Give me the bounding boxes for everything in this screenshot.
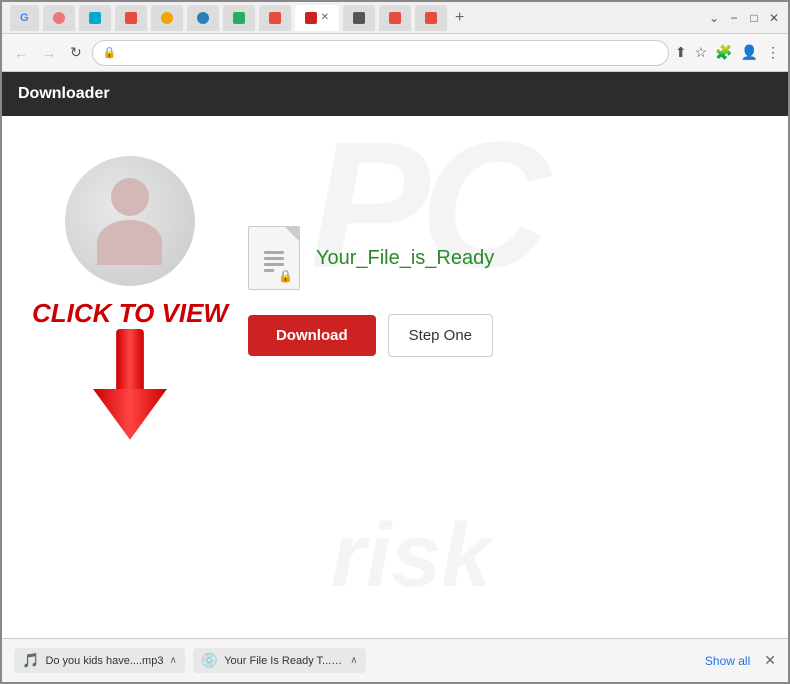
tab-8[interactable] <box>259 5 291 31</box>
download-bar: 🎵 Do you kids have....mp3 ∧ 💿 Your File … <box>2 638 788 682</box>
file-name-label: Your_File_is_Ready <box>316 247 494 270</box>
share-icon[interactable]: ⬆ <box>675 44 687 61</box>
show-all-button[interactable]: Show all <box>705 654 750 668</box>
tab-7[interactable] <box>223 5 255 31</box>
lock-icon: 🔒 <box>103 46 117 59</box>
address-input[interactable]: 🔒 <box>92 40 669 66</box>
app-header: Downloader <box>2 72 788 116</box>
avatar-head <box>111 178 149 216</box>
chevron-up-icon-1[interactable]: ∧ <box>169 655 176 666</box>
toolbar-icons: ⬆ ☆ 🧩 👤 ⋮ <box>675 44 780 61</box>
iso-file-icon: 💿 <box>201 652 218 669</box>
left-column: CLICK TO VIEW <box>32 156 228 449</box>
close-button[interactable]: ✕ <box>768 12 780 24</box>
minimize-button[interactable]: − <box>728 12 740 24</box>
menu-icon[interactable]: ⋮ <box>766 44 780 61</box>
download-button[interactable]: Download <box>248 315 376 356</box>
tab-4[interactable] <box>115 5 147 31</box>
refresh-button[interactable]: ↻ <box>66 42 86 63</box>
tab-6[interactable] <box>187 5 219 31</box>
button-row: Download Step One <box>248 314 493 357</box>
forward-button[interactable]: → <box>38 43 60 63</box>
file-icon: 🔒 <box>248 226 300 290</box>
avatar <box>65 156 195 286</box>
avatar-body <box>97 220 162 265</box>
main-content: PC risk CLICK TO VIEW <box>2 116 788 638</box>
address-bar: ← → ↻ 🔒 ⬆ ☆ 🧩 👤 ⋮ <box>2 34 788 72</box>
download-bar-close-button[interactable]: ✕ <box>764 652 776 669</box>
profile-icon[interactable]: 👤 <box>741 44 758 61</box>
right-column: 🔒 Your_File_is_Ready Download Step One <box>248 226 494 357</box>
tab-bing[interactable] <box>79 5 111 31</box>
title-bar: G <box>2 2 788 34</box>
new-tab-button[interactable]: + <box>455 9 464 27</box>
bookmark-icon[interactable]: ☆ <box>695 44 708 61</box>
music-file-icon: 🎵 <box>22 652 39 669</box>
tab-12[interactable] <box>415 5 447 31</box>
app-title: Downloader <box>18 85 110 103</box>
tab-close-icon[interactable]: ✕ <box>321 12 329 23</box>
chevron-down-icon[interactable]: ⌄ <box>708 12 720 24</box>
back-button[interactable]: ← <box>10 43 32 63</box>
arrow-down-icon <box>90 329 170 449</box>
tab-active[interactable]: ✕ <box>295 5 339 31</box>
download-item-1[interactable]: 🎵 Do you kids have....mp3 ∧ <box>14 648 185 673</box>
tab-11[interactable] <box>379 5 411 31</box>
click-to-view-label[interactable]: CLICK TO VIEW <box>32 298 228 329</box>
download-filename-1: Do you kids have....mp3 <box>45 655 163 667</box>
download-filename-2: Your File Is Ready T....iso <box>224 655 344 667</box>
file-row: 🔒 Your_File_is_Ready <box>248 226 494 290</box>
tab-strip: G <box>10 5 708 31</box>
tab-google[interactable]: G <box>10 5 39 31</box>
tab-5[interactable] <box>151 5 183 31</box>
content-layout: CLICK TO VIEW <box>2 116 788 638</box>
step-one-button[interactable]: Step One <box>388 314 493 357</box>
avatar-person <box>97 178 162 265</box>
tab-2[interactable] <box>43 5 75 31</box>
chevron-up-icon-2[interactable]: ∧ <box>350 655 357 666</box>
tabs-area: G <box>10 5 708 31</box>
download-item-2[interactable]: 💿 Your File Is Ready T....iso ∧ <box>193 648 366 673</box>
window-controls: ⌄ − □ ✕ <box>708 12 780 24</box>
maximize-button[interactable]: □ <box>748 12 760 24</box>
tab-10[interactable] <box>343 5 375 31</box>
extensions-icon[interactable]: 🧩 <box>715 44 732 61</box>
browser-frame: G <box>0 0 790 684</box>
